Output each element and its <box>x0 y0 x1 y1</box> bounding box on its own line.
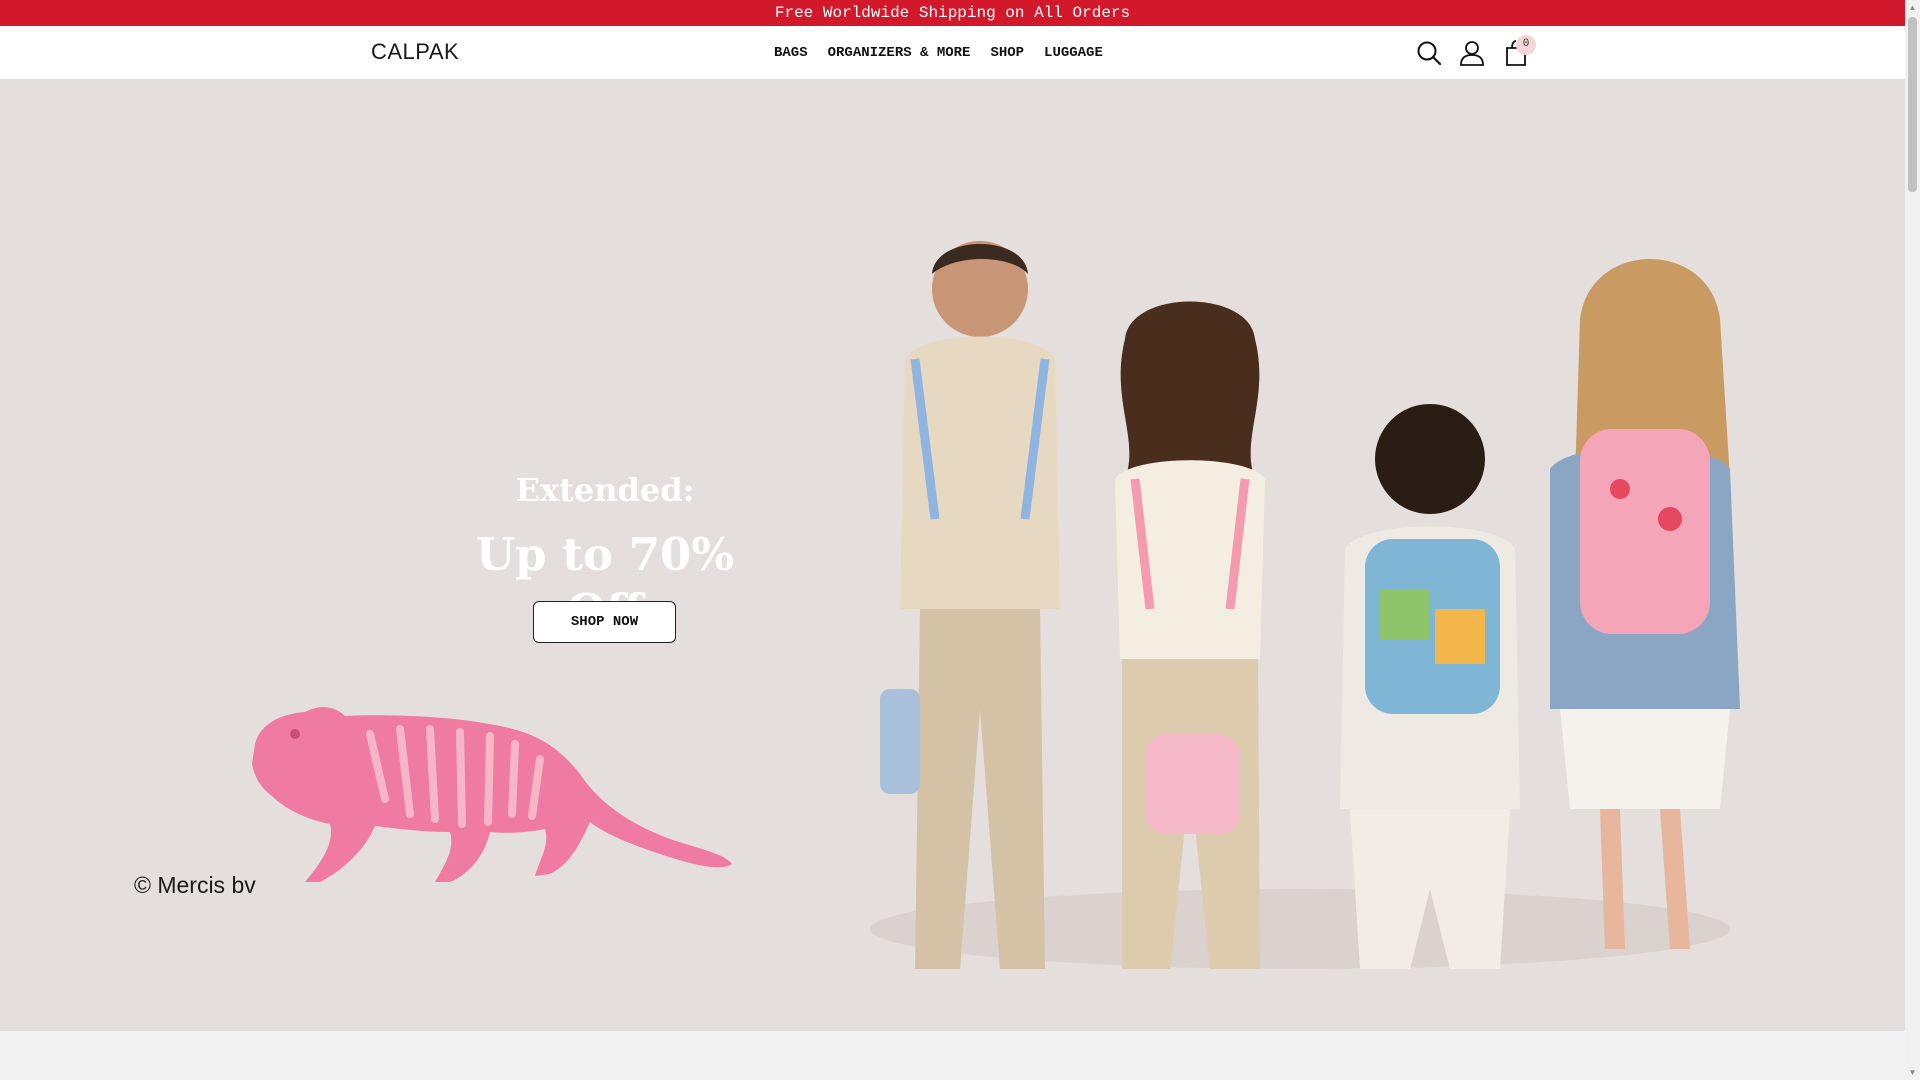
main-nav: BAGS ORGANIZERS & MORE SHOP LUGGAGE <box>774 26 1103 79</box>
scroll-up-icon[interactable]: ▲ <box>1905 0 1920 15</box>
copyright-credit: © Mercis bv <box>134 872 256 898</box>
scrollbar-thumb[interactable] <box>1908 17 1917 192</box>
hero-banner[interactable]: Extended: Up to 70% Off SHOP NOW © Merci… <box>0 79 1905 1031</box>
nav-item-shop[interactable]: SHOP <box>990 45 1024 61</box>
nav-item-luggage[interactable]: LUGGAGE <box>1044 45 1103 61</box>
page: Free Worldwide Shipping on All Orders CA… <box>0 0 1905 1080</box>
search-icon[interactable] <box>1415 39 1443 67</box>
site-header: CALPAK BAGS ORGANIZERS & MORE SHOP LUGGA… <box>0 26 1905 80</box>
next-section <box>0 1031 1905 1080</box>
nav-item-organizers[interactable]: ORGANIZERS & MORE <box>828 45 971 61</box>
announcement-bar: Free Worldwide Shipping on All Orders <box>0 0 1905 26</box>
brand-logo[interactable]: CALPAK <box>371 39 459 65</box>
user-icon[interactable] <box>1458 39 1486 67</box>
hero-line-extended: Extended: <box>515 471 695 509</box>
nav-item-bags[interactable]: BAGS <box>774 45 808 61</box>
scroll-down-icon[interactable]: ▼ <box>1905 1065 1920 1080</box>
children-photo <box>870 241 1740 969</box>
cart-count-badge: 0 <box>1516 35 1536 55</box>
shop-now-button[interactable]: SHOP NOW <box>533 601 676 643</box>
tiger-illustration <box>252 707 732 882</box>
page-scrollbar[interactable]: ▲ ▼ <box>1905 0 1920 1080</box>
